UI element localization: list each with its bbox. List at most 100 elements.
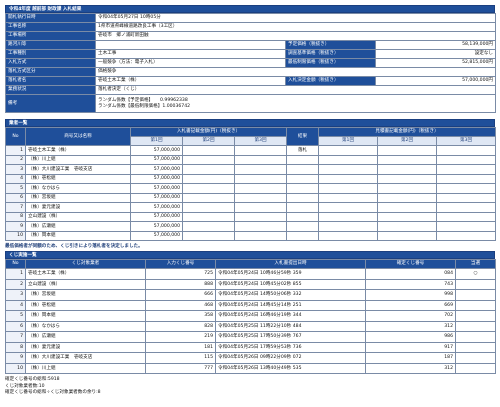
bidder-amount-round3 [233,221,288,232]
info-row: 落札方式区分 価格競争 [5,67,497,77]
lottery-row: 1 壱岐土木工業（株） 725 令和04年05月24日 10時46分59秒 359 08… [5,268,496,280]
info-label-2: 調査基準価格（税抜き） [285,49,376,59]
lottery-row: 6 （株）なかはら 828 令和04年05月25日 11時22分10秒 484 312 [5,320,496,332]
lottery-name: （株）広瀬組 [25,331,146,343]
bidder-result [286,164,320,175]
col-kuji-confirmed: 確定くじ番号 [365,259,456,269]
lottery-row: 8 （株）妻元建設 181 令和04年05月25日 17時59分53秒 736 917 [5,341,496,353]
lottery-row: 5 （株）岡本組 358 令和04年05月24日 16時46分19秒 344 702 [5,310,496,322]
lottery-confirmed: 743 [365,278,456,290]
info-value: ランダム係数【予定価格】 0.99962338 ランダム係数【最低制限価格】1.0… [94,94,497,113]
info-label-2: 予定価格（税抜き） [285,40,376,50]
info-label: 開札執行日時 [5,13,96,23]
lottery-datetime: 令和04年05月25日 11時22分10秒 484 [215,320,366,332]
lottery-no: 6 [5,320,26,332]
lottery-win [455,278,496,290]
info-label: 工事名称 [5,22,96,32]
bidder-amount-round1: 57,000,000 [130,164,183,175]
info-value: 1県市道県峰線道路改良工事（3工区） [94,22,497,32]
bidder-estimate-round2 [377,230,438,241]
lottery-entered: 777 [145,362,216,374]
lottery-entered: 666 [145,289,216,301]
lottery-no: 8 [5,341,26,353]
info-row: 開札執行日時 令和04年05月27日 10時05分 [5,13,497,23]
lottery-datetime: 令和04年05月24日 14時50分06秒 332 [215,289,366,301]
lottery-datetime: 令和04年05月24日 16時46分19秒 344 [215,310,366,322]
info-row: 落札者名 壱岐土木工業（株） 入札決定金額（税抜き） 57,000,000円 [5,76,497,86]
bidder-amount-round2 [182,183,235,194]
lottery-name: 壱岐土木工業（株） [25,268,146,280]
info-value: 土木工事 [95,49,286,59]
bidder-amount-round1: 57,000,000 [130,173,183,184]
bidder-result [286,211,320,222]
info-row: 工事場所 壱岐市 郷ノ浦町新田触 [5,31,497,41]
lottery-datetime: 令和04年05月24日 10時45分02秒 855 [215,278,366,290]
bidder-row: 10 （株）岡本組 57,000,000 [5,230,497,241]
bidder-amount-round2 [182,202,235,213]
info-value: 落札者決定（くじ） [94,85,497,95]
bidder-amount-round1: 57,000,000 [130,145,183,156]
bidder-amount-round1: 57,000,000 [130,154,183,165]
bidder-amount-round1: 57,000,000 [130,221,183,232]
lottery-row: 7 （株）広瀬組 219 令和04年05月25日 17時50分39秒 767 986 [5,331,496,343]
bidder-row: 6 （株）宮坂組 57,000,000 [5,192,497,203]
lottery-datetime: 令和04年05月24日 10時46分59秒 359 [215,268,366,280]
lottery-confirmed: 702 [365,310,456,322]
bidder-name: （株）妻元建設 [25,202,131,213]
lottery-section-title: くじ実施一覧 [5,251,495,259]
bidder-estimate-round3 [436,230,497,241]
bidder-estimate-round1 [318,164,379,175]
lottery-confirmed: 312 [365,362,456,374]
col-est-round-3: 第3回 [436,136,497,146]
bidder-amount-round1: 57,000,000 [130,192,183,203]
bidder-estimate-round3 [436,173,497,184]
bidder-estimate-round1 [318,192,379,203]
info-value: 一般競争（方法：電子入札） [95,58,286,68]
lottery-entered: 888 [145,278,216,290]
col-round-3: 第3回 [233,136,288,146]
lottery-row: 10 （株）川上組 777 令和04年05月26日 13時40分49秒 535 312 [5,362,496,374]
info-value [95,40,286,50]
bidder-amount-round2 [182,164,235,175]
bidder-no: 5 [5,183,26,194]
lottery-name: （株）壱松組 [25,299,146,311]
bidder-no: 7 [5,202,26,213]
bidder-row: 1 壱岐土木工業（株） 57,000,000 落札 [5,145,497,156]
info-row: 入札方式 一般競争（方法：電子入札） 最低制限価格（税抜き） 52,815,000円 [5,58,497,68]
bidder-estimate-round1 [318,145,379,156]
col-kuji-datetime: 入札書提出日時 [215,259,366,269]
bidder-result [286,230,320,241]
bidder-estimate-round2 [377,192,438,203]
info-label: 入札方式 [5,58,96,68]
bidder-estimate-round1 [318,230,379,241]
bidder-estimate-round3 [436,192,497,203]
bidder-amount-round3 [233,230,288,241]
bidder-estimate-round1 [318,211,379,222]
lottery-win: ○ [455,268,496,280]
bidder-result: 落札 [286,145,320,156]
bidder-amount-round3 [233,202,288,213]
bidder-row: 2 （株）川上組 57,000,000 [5,154,497,165]
bidder-estimate-round1 [318,183,379,194]
info-row: 工事種別 土木工事 調査基準価格（税抜き） 設定なし [5,49,497,59]
bidder-amount-round2 [182,192,235,203]
lottery-confirmed: 669 [365,299,456,311]
col-bid-amount: 入札書記載金額(円)（税抜き） [129,127,288,137]
lottery-win [455,310,496,322]
lottery-no: 10 [5,362,26,374]
lottery-no: 5 [5,310,26,322]
info-row: 工事名称 1県市道県峰線道路改良工事（3工区） [5,22,497,32]
info-value: 価格競争 [94,67,497,77]
bidder-name: （株）宮坂組 [25,192,131,203]
bidder-estimate-round2 [377,183,438,194]
bidder-no: 4 [5,173,26,184]
lottery-row: 9 （株）大川建設工業 壱岐支店 115 令和04年05月26日 09時22分09秒 … [5,352,496,364]
info-value-2: 58,139,000円 [374,40,497,50]
info-value-2: 52,815,000円 [374,58,497,68]
bidder-estimate-round2 [377,211,438,222]
lottery-entered: 468 [145,299,216,311]
bidders-section-title: 業者一覧 [5,119,495,127]
bidder-no: 1 [5,145,26,156]
lottery-win [455,289,496,301]
lottery-name: （株）川上組 [25,362,146,374]
